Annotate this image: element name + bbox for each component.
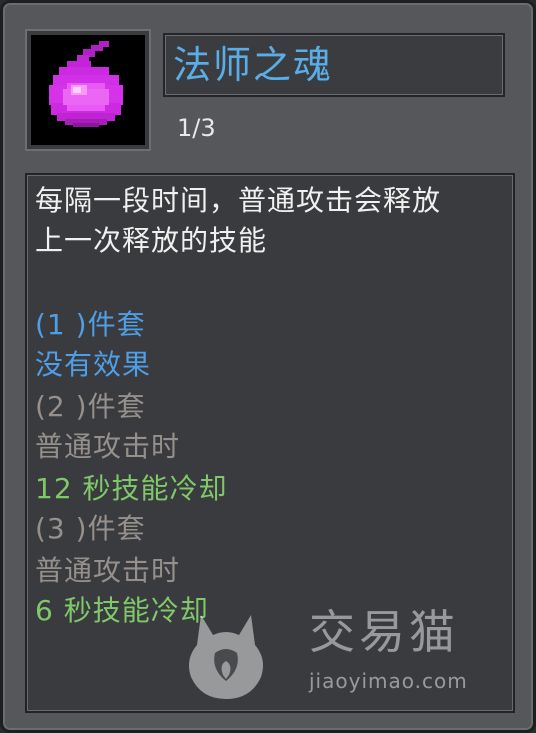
set-2-header: (2 )件套 <box>35 390 146 423</box>
watermark-brand: 交易猫 <box>309 605 459 659</box>
description-line: 上一次释放的技能 <box>35 224 268 257</box>
set-3-header: (3 )件套 <box>35 512 146 545</box>
item-icon-frame <box>27 31 149 149</box>
description-line: 每隔一段时间，普通攻击会释放 <box>35 184 442 217</box>
cat-logo-icon <box>189 615 263 699</box>
watermark: 交易猫 jiaoyimao.com <box>171 595 491 705</box>
set-1-effect: 没有效果 <box>35 348 152 381</box>
purple-soul-flame-icon <box>49 41 123 127</box>
set-2-effect: 12 秒技能冷却 <box>35 472 228 505</box>
item-name: 法师之魂 <box>173 43 334 87</box>
set-1-header: (1 )件套 <box>35 308 146 341</box>
set-3-condition: 普通攻击时 <box>35 554 181 587</box>
item-name-box: 法师之魂 <box>163 33 505 97</box>
watermark-url: jiaoyimao.com <box>309 669 468 693</box>
item-level: 1/3 <box>177 114 216 142</box>
set-2-condition: 普通攻击时 <box>35 430 181 463</box>
item-tooltip-panel: 法师之魂 1/3 每隔一段时间，普通攻击会释放 上一次释放的技能 (1 )件套 … <box>0 0 536 733</box>
